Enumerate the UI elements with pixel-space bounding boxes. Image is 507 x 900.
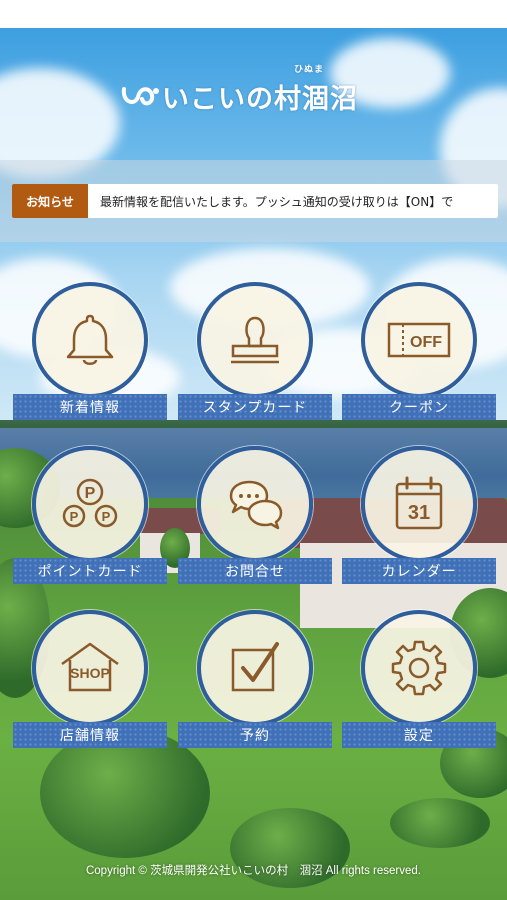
copyright-footer: Copyright © 茨城県開発公社いこいの村 涸沼 All rights r… <box>85 865 421 877</box>
menu-shop-circle[interactable]: SHOP <box>32 610 148 726</box>
points-icon-text-1: P <box>85 485 96 502</box>
menu-settings-label: 設定 <box>342 722 496 748</box>
coupon-icon: OFF <box>387 322 451 358</box>
shop-icon: SHOP <box>61 642 119 692</box>
bell-icon <box>66 314 114 365</box>
menu-coupon-label: クーポン <box>342 394 496 420</box>
menu-stamp-card[interactable]: スタンプカード <box>178 282 332 420</box>
menu-point-card[interactable]: P P P ポイントカード <box>13 446 167 584</box>
calendar-icon: 31 <box>395 476 443 530</box>
stamp-icon <box>231 316 279 364</box>
news-ticker[interactable]: お知らせ 最新情報を配信いたします。プッシュ通知の受け取りは【ON】で <box>12 184 498 218</box>
menu-point-card-label: ポイントカード <box>13 558 167 584</box>
gear-icon <box>391 640 447 696</box>
app-logo: いこいの村涸沼 ひぬま <box>120 65 358 115</box>
points-icon-text-2: P <box>70 509 79 524</box>
menu-news-label: 新着情報 <box>13 394 167 420</box>
coupon-icon-text: OFF <box>410 334 442 351</box>
menu-contact-circle[interactable] <box>197 446 313 562</box>
logo-mark-icon <box>120 81 160 111</box>
points-icon: P P P <box>62 478 118 528</box>
menu-coupon-circle[interactable]: OFF <box>361 282 477 398</box>
logo-text: いこいの村涸沼 <box>162 83 358 115</box>
checkbox-icon <box>231 642 279 692</box>
menu-reservation[interactable]: 予約 <box>178 610 332 748</box>
menu-news-circle[interactable] <box>32 282 148 398</box>
menu-shop-info[interactable]: SHOP 店舗情報 <box>13 610 167 748</box>
menu-coupon[interactable]: OFF クーポン <box>342 282 496 420</box>
news-tag: お知らせ <box>12 184 88 218</box>
points-icon-text-3: P <box>102 509 111 524</box>
menu-shop-info-label: 店舗情報 <box>13 722 167 748</box>
menu-settings-circle[interactable] <box>361 610 477 726</box>
menu-calendar-circle[interactable]: 31 <box>361 446 477 562</box>
logo-ruby: ひぬま <box>294 64 325 75</box>
menu-point-circle[interactable]: P P P <box>32 446 148 562</box>
menu-news[interactable]: 新着情報 <box>13 282 167 420</box>
menu-stamp-circle[interactable] <box>197 282 313 398</box>
calendar-icon-text: 31 <box>408 502 430 524</box>
shop-icon-text: SHOP <box>70 665 110 681</box>
menu-settings[interactable]: 設定 <box>342 610 496 748</box>
menu-reservation-label: 予約 <box>178 722 332 748</box>
menu-calendar[interactable]: 31 カレンダー <box>342 446 496 584</box>
chat-bubbles-icon <box>229 480 283 530</box>
menu-contact[interactable]: お問合せ <box>178 446 332 584</box>
menu-reservation-circle[interactable] <box>197 610 313 726</box>
news-text: 最新情報を配信いたします。プッシュ通知の受け取りは【ON】で <box>100 194 454 209</box>
status-bar <box>0 0 507 28</box>
menu-stamp-card-label: スタンプカード <box>178 394 332 420</box>
menu-contact-label: お問合せ <box>178 558 332 584</box>
menu-calendar-label: カレンダー <box>342 558 496 584</box>
